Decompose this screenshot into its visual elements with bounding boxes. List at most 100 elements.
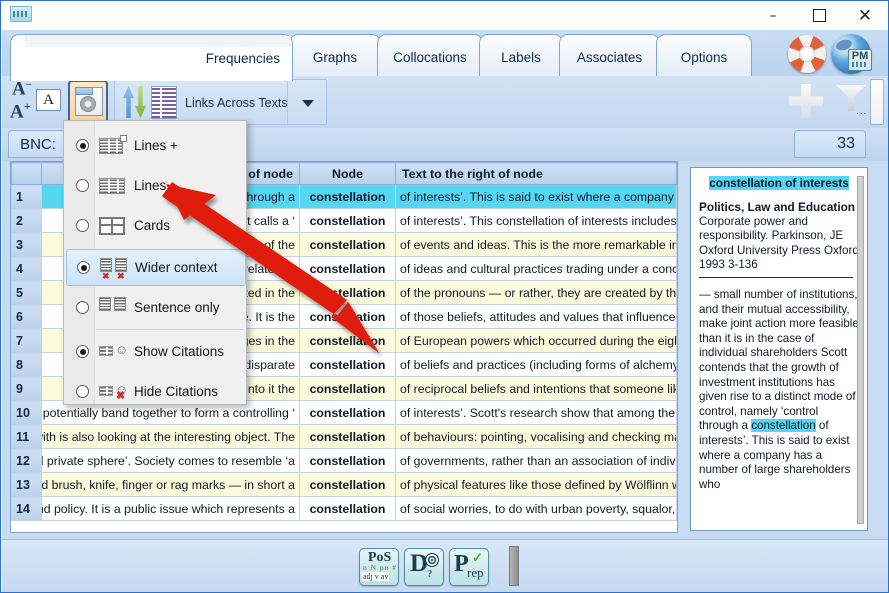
tab-collocations[interactable]: Collocations (377, 34, 483, 80)
window-controls: – ✕ (750, 1, 888, 30)
col-header-number[interactable] (11, 162, 42, 185)
check-icon: ✓ (472, 550, 483, 565)
menu-item-wider-context[interactable]: ✖ ✖ Wider context (66, 249, 246, 286)
cell-node[interactable]: constellation (299, 424, 396, 449)
cell-node[interactable]: constellation (299, 280, 396, 305)
menu-label: Lines (134, 178, 167, 193)
tab-graphs[interactable]: Graphs (289, 34, 381, 80)
cards-icon (99, 215, 127, 237)
wider-context-icon: ✖ ✖ (100, 258, 128, 281)
cell-node[interactable]: constellation (299, 304, 396, 329)
cell-right-context[interactable]: of social worries, to do with urban pove… (395, 496, 677, 521)
citation-scrollbar[interactable] (857, 176, 864, 524)
add-button[interactable] (789, 84, 823, 118)
tab-label: Associates (576, 50, 643, 65)
menu-item-hide-citations[interactable]: ☺ ✖ Hide Citations (66, 373, 246, 410)
pos-button[interactable]: PoS n N pn # adj v av (359, 548, 399, 586)
cell-left-context[interactable]: r politics and policy. It is a public is… (41, 496, 300, 521)
plus-icon (789, 84, 823, 118)
citation-source: Politics, Law and Education (699, 200, 856, 214)
hide-citations-icon: ☺ ✖ (99, 381, 128, 403)
menu-item-lines-plus[interactable]: Lines + (66, 127, 246, 164)
cell-right-context[interactable]: of interests’. This constellation of int… (395, 208, 677, 233)
radio-hide-citations[interactable] (76, 385, 89, 398)
cell-node[interactable]: constellation (299, 328, 396, 353)
radio-wider-context[interactable] (77, 261, 90, 274)
radio-sentence-only[interactable] (76, 301, 89, 314)
close-button[interactable]: ✕ (842, 1, 888, 30)
cell-node[interactable]: constellation (299, 256, 396, 281)
row-number: 12 (11, 448, 42, 473)
application-window: – ✕ Frequencies Graphs Collocations Labe… (0, 0, 889, 593)
decrease-font-icon[interactable]: A (12, 78, 31, 100)
view-settings-button[interactable] (68, 80, 108, 124)
cell-right-context[interactable]: of interests’. Scott's research show tha… (395, 400, 677, 425)
ribbon-scroll-thumb[interactable] (870, 79, 884, 125)
app-icon (10, 6, 32, 22)
links-across-texts-group[interactable]: Links Across Texts (114, 79, 328, 126)
row-number: 3 (11, 232, 42, 257)
cell-right-context[interactable]: of ideas and cultural practices trading … (395, 256, 677, 281)
cell-right-context[interactable]: of beliefs and practices (including form… (395, 352, 677, 377)
col-header-node[interactable]: Node (299, 162, 396, 185)
table-row[interactable]: 13t; exhibited brush, knife, finger or r… (11, 472, 677, 497)
cell-right-context[interactable]: of events and ideas. This is the more re… (395, 232, 677, 257)
gear-icon (81, 97, 95, 111)
menu-item-sentence-only[interactable]: Sentence only (66, 289, 246, 326)
menu-label: Sentence only (134, 300, 220, 315)
cell-node[interactable]: constellation (299, 448, 396, 473)
tab-options[interactable]: Options (656, 34, 752, 80)
citation-body-highlight: constellation (751, 419, 816, 433)
tab-labels[interactable]: Labels (479, 34, 563, 80)
table-row[interactable]: 11unicated with is also looking at the i… (11, 424, 677, 449)
cell-right-context[interactable]: of governments, rather than an associati… (395, 448, 677, 473)
menu-label: Hide Citations (134, 384, 219, 399)
cell-right-context[interactable]: of physical features like those defined … (395, 472, 677, 497)
maximize-button[interactable] (796, 1, 842, 30)
table-row[interactable]: 14r politics and policy. It is a public … (11, 496, 677, 521)
menu-item-show-citations[interactable]: ☺ Show Citations (66, 333, 246, 370)
table-row[interactable]: 12e public and private sphere’. Society … (11, 448, 677, 473)
cell-left-context[interactable]: unicated with is also looking at the int… (41, 424, 300, 449)
tab-associates[interactable]: Associates (559, 34, 660, 80)
cell-node[interactable]: constellation (299, 376, 396, 401)
radio-show-citations[interactable] (76, 345, 89, 358)
menu-item-lines[interactable]: Lines (66, 167, 246, 204)
prep-rest: rep (467, 565, 484, 580)
prep-button[interactable]: P rep ✓ (449, 548, 489, 586)
radio-lines-plus[interactable] (76, 139, 89, 152)
cell-node[interactable]: constellation (299, 472, 396, 497)
pm-badge-icon[interactable]: PM (848, 49, 872, 71)
cell-right-context[interactable]: of the pronouns — or rather, they are cr… (395, 280, 677, 305)
cell-node[interactable]: constellation (299, 232, 396, 257)
tab-frequencies[interactable]: Frequencies (10, 34, 293, 81)
citation-panel[interactable]: constellation of interests Politics, Law… (690, 167, 868, 531)
col-header-right-context[interactable]: Text to the right of node (395, 162, 677, 185)
cell-right-context[interactable]: of interests’. This is said to exist whe… (395, 184, 677, 209)
view-mode-menu[interactable]: Lines + Lines Cards ✖ ✖ Wider context Se… (63, 120, 247, 405)
cell-right-context[interactable]: of European powers which occurred during… (395, 328, 677, 353)
cell-left-context[interactable]: t; exhibited brush, knife, finger or rag… (41, 472, 300, 497)
cell-left-context[interactable]: e public and private sphere’. Society co… (41, 448, 300, 473)
menu-item-cards[interactable]: Cards (66, 207, 246, 244)
chevron-down-icon (302, 99, 314, 107)
cell-node[interactable]: constellation (299, 208, 396, 233)
filter-button[interactable]: ... (834, 85, 868, 117)
font-box-button[interactable]: A (36, 89, 61, 111)
cell-node[interactable]: constellation (299, 352, 396, 377)
increase-font-icon[interactable]: A (10, 99, 31, 123)
cell-node[interactable]: constellation (299, 400, 396, 425)
lifesaver-icon[interactable] (788, 35, 826, 73)
minimize-button[interactable]: – (750, 1, 796, 30)
cell-right-context[interactable]: of behaviours: pointing, vocalising and … (395, 424, 677, 449)
radio-lines[interactable] (76, 179, 89, 192)
cell-node[interactable]: constellation (299, 184, 396, 209)
resize-handle[interactable] (509, 546, 519, 586)
cell-node[interactable]: constellation (299, 496, 396, 521)
cell-right-context[interactable]: of those beliefs, attitudes and values t… (395, 304, 677, 329)
cell-right-context[interactable]: of reciprocal beliefs and intentions tha… (395, 376, 677, 401)
links-dropdown-button[interactable] (287, 80, 328, 126)
radio-cards[interactable] (76, 219, 89, 232)
dictionary-button[interactable]: D ? (404, 548, 444, 586)
corpus-label[interactable]: BNC: (8, 130, 68, 158)
